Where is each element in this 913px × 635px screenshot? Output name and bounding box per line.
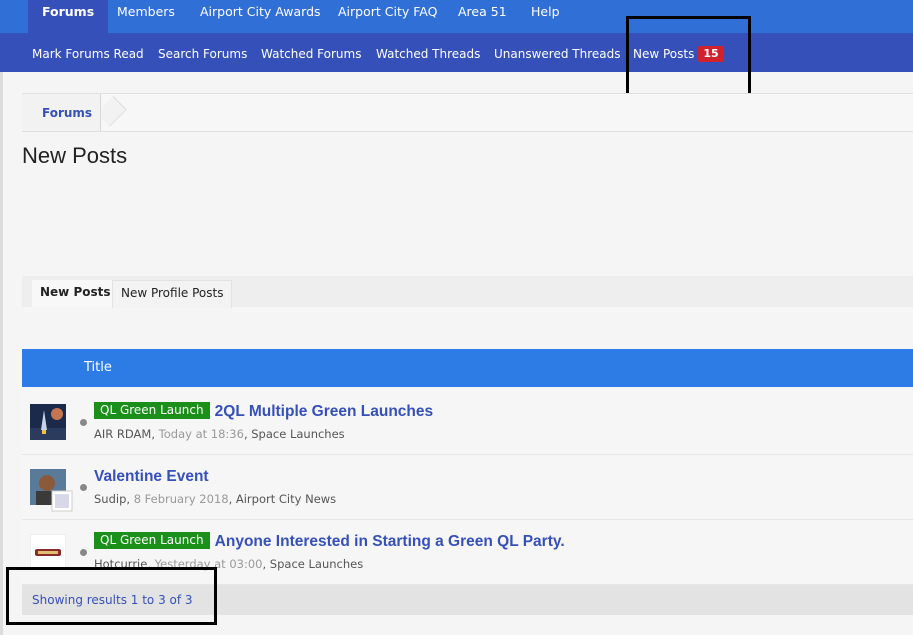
avatar-rocket[interactable]	[30, 404, 66, 440]
table-row: QL Green Launch Anyone Interested in Sta…	[22, 520, 913, 585]
thread-prefix-badge[interactable]: QL Green Launch	[94, 402, 210, 419]
results-count-text: Showing results 1 to 3 of 3	[32, 593, 193, 607]
thread-meta: AIR RDAM, Today at 18:36, Space Launches	[94, 427, 345, 441]
avatar-person[interactable]	[30, 469, 73, 512]
tab-area-51[interactable]: Area 51	[458, 0, 507, 33]
thread-date[interactable]: Today at 18:36	[159, 427, 244, 441]
thread-forum-link[interactable]: Airport City News	[236, 492, 336, 506]
thread-title-link[interactable]: 2QL Multiple Green Launches	[215, 403, 433, 420]
mark-forums-read-link[interactable]: Mark Forums Read	[32, 33, 144, 72]
thread-title-link[interactable]: Valentine Event	[94, 468, 209, 485]
thread-author-link[interactable]: Hotcurrie	[94, 557, 147, 571]
thread-meta: Hotcurrie, Yesterday at 03:00, Space Lau…	[94, 557, 364, 571]
tab-forums[interactable]: Forums	[28, 0, 109, 33]
thread-prefix-badge[interactable]: QL Green Launch	[94, 532, 210, 549]
unread-indicator	[80, 484, 87, 491]
breadcrumb: Forums	[22, 93, 913, 132]
thread-forum-link[interactable]: Space Launches	[270, 557, 363, 571]
thread-title-line: QL Green Launch 2QL Multiple Green Launc…	[94, 401, 433, 421]
thread-date[interactable]: 8 February 2018	[134, 492, 229, 506]
column-title-header[interactable]: Title	[84, 360, 112, 375]
table-row: QL Green Launch 2QL Multiple Green Launc…	[22, 390, 913, 455]
breadcrumb-item-forums[interactable]: Forums	[22, 94, 101, 131]
new-posts-label: New Posts	[633, 47, 695, 61]
thread-title-line: Valentine Event	[94, 466, 209, 486]
avatar-logo[interactable]	[29, 533, 67, 571]
sub-navigation: Mark Forums Read Search Forums Watched F…	[0, 33, 913, 72]
thread-title-link[interactable]: Anyone Interested in Starting a Green QL…	[215, 533, 565, 550]
new-posts-count-badge: 15	[698, 46, 724, 62]
table-row: Valentine Event Sudip, 8 February 2018, …	[22, 455, 913, 520]
watched-forums-link[interactable]: Watched Forums	[261, 33, 361, 72]
tab-airport-city-faq[interactable]: Airport City FAQ	[338, 0, 437, 33]
top-navigation: Forums Members Airport City Awards Airpo…	[0, 0, 913, 33]
tab-members[interactable]: Members	[117, 0, 175, 33]
table-header: Title	[22, 349, 913, 387]
thread-date[interactable]: Yesterday at 03:00	[155, 557, 263, 571]
new-posts-link[interactable]: New Posts 15	[633, 33, 724, 72]
results-footer: Showing results 1 to 3 of 3	[22, 585, 913, 615]
thread-meta: Sudip, 8 February 2018, Airport City New…	[94, 492, 337, 506]
tab-new-profile-posts[interactable]: New Profile Posts	[112, 280, 233, 308]
tab-new-posts[interactable]: New Posts	[32, 280, 119, 307]
unread-indicator	[80, 549, 87, 556]
logo-avatar-icon	[29, 533, 67, 571]
unread-indicator	[80, 419, 87, 426]
left-edge-bar	[0, 72, 3, 635]
breadcrumb-item-label: Forums	[42, 106, 93, 120]
tab-airport-city-awards[interactable]: Airport City Awards	[200, 0, 321, 33]
search-forums-link[interactable]: Search Forums	[158, 33, 247, 72]
person-avatar-icon	[30, 469, 73, 512]
tab-help[interactable]: Help	[531, 0, 560, 33]
thread-title-line: QL Green Launch Anyone Interested in Sta…	[94, 531, 565, 551]
watched-threads-link[interactable]: Watched Threads	[376, 33, 480, 72]
page-title: New Posts	[22, 143, 128, 168]
unanswered-threads-link[interactable]: Unanswered Threads	[494, 33, 621, 72]
thread-forum-link[interactable]: Space Launches	[251, 427, 344, 441]
thread-author-link[interactable]: Sudip	[94, 492, 126, 506]
thread-author-link[interactable]: AIR RDAM	[94, 427, 151, 441]
content-tabs: New Posts New Profile Posts	[22, 276, 913, 308]
rocket-avatar-icon	[30, 404, 66, 440]
